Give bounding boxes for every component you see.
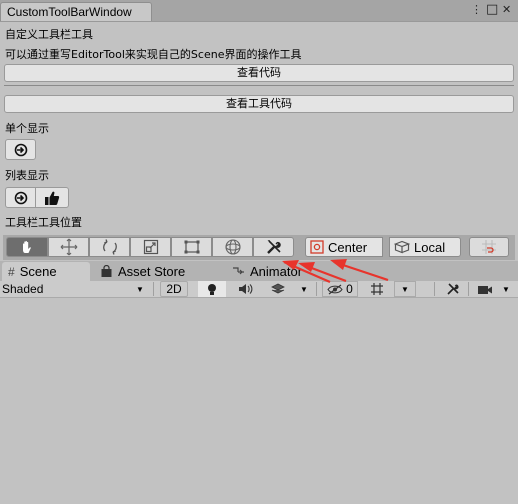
rotate-tool-button [89,237,130,257]
snap-increment-button [469,237,509,257]
gizmo-grid-toggle [364,281,390,297]
cube-icon [394,240,410,254]
view-tool-code-button[interactable]: 查看工具代码 [4,95,514,113]
audio-toggle [232,281,260,297]
pivot-center-icon [310,240,324,254]
heading-label: 自定义工具栏工具 [5,28,93,41]
grid-snap-icon [482,240,496,254]
chevron-down-icon: ▼ [394,281,416,297]
enter-tool-button[interactable] [5,139,36,160]
rect-icon [184,240,199,254]
thumbs-up-icon [45,191,60,205]
scene-tab-strip: # Scene Asset Store Animator [0,261,518,281]
list-thumbs-up-tool-button[interactable] [35,187,69,208]
tab-animator: Animator [226,262,316,281]
hand-tool-button [6,237,48,257]
pivot-mode-button: Center [305,237,383,257]
tab-animator-label: Animator [250,264,303,279]
chevron-down-icon: ▼ [136,284,144,294]
mode-2d-button: 2D [160,281,188,297]
divider [316,282,317,296]
enter-icon [14,191,27,204]
hidden-count: 0 [346,282,353,296]
tab-asset-store-label: Asset Store [118,264,186,279]
speaker-icon [239,284,253,294]
chevron-down-icon: ▼ [300,284,308,294]
shopping-bag-icon [101,265,112,277]
divider [153,282,154,296]
shading-mode-label: Shaded [2,282,44,296]
single-display-label: 单个显示 [5,122,49,135]
chevron-down-icon: ▼ [502,284,510,294]
pivot-mode-label: Center [328,239,368,255]
unity-toolbar-preview: Center Local [3,235,515,260]
tools-icon [266,240,281,254]
view-code-button[interactable]: 查看代码 [4,64,514,82]
scene-grid-icon: # [8,264,15,279]
camera-settings-button [472,281,498,297]
rect-tool-button [171,237,212,257]
shading-mode-dropdown: Shaded [2,281,152,297]
layers-icon [271,283,285,294]
tab-scene-label: Scene [19,264,57,279]
mode-2d-label: 2D [166,282,182,296]
window-title: CustomToolBarWindow [7,5,132,19]
scale-tool-button [130,237,171,257]
divider [434,282,435,296]
kebab-menu-icon[interactable]: ⋮ [471,3,482,16]
tab-asset-store: Asset Store [94,262,222,281]
transform-tool-button [212,237,253,257]
animator-icon [233,267,244,275]
rotate-icon [102,239,117,255]
scene-visibility-toggle: 0 [322,281,358,297]
transform-icon [224,239,241,255]
toolbar-position-label: 工具栏工具位置 [5,216,82,229]
effects-toggle [264,281,292,297]
divider [468,282,469,296]
camera-icon [478,285,492,294]
hand-icon [23,240,31,253]
pivot-rotation-label: Local [414,239,446,255]
lightbulb-icon [208,283,216,295]
custom-tools-button [253,237,294,257]
move-tool-button [48,237,89,257]
pivot-rotation-button: Local [389,237,461,257]
scale-icon [143,239,158,255]
tab-scene: # Scene [2,262,90,281]
move-icon [60,238,77,256]
scene-tools-toggle [440,281,466,297]
description-label: 可以通过重写EditorTool来实现自己的Scene界面的操作工具 [5,48,302,61]
maximize-icon[interactable]: □ [486,2,498,17]
grid-icon [371,283,383,295]
window-tab[interactable]: CustomToolBarWindow [0,2,152,21]
scene-view-bar: Shaded ▼ 2D ▼ 0 ▼ ▼ [0,281,518,298]
divider [4,85,514,86]
hidden-eye-icon [327,284,343,294]
list-enter-tool-button[interactable] [5,187,36,208]
tools-icon [447,283,459,295]
list-display-label: 列表显示 [5,169,49,182]
lighting-toggle [198,281,226,297]
close-icon[interactable]: ✕ [502,3,511,16]
window-tab-bar: CustomToolBarWindow ⋮ □ ✕ [0,0,518,22]
enter-icon [14,143,27,156]
